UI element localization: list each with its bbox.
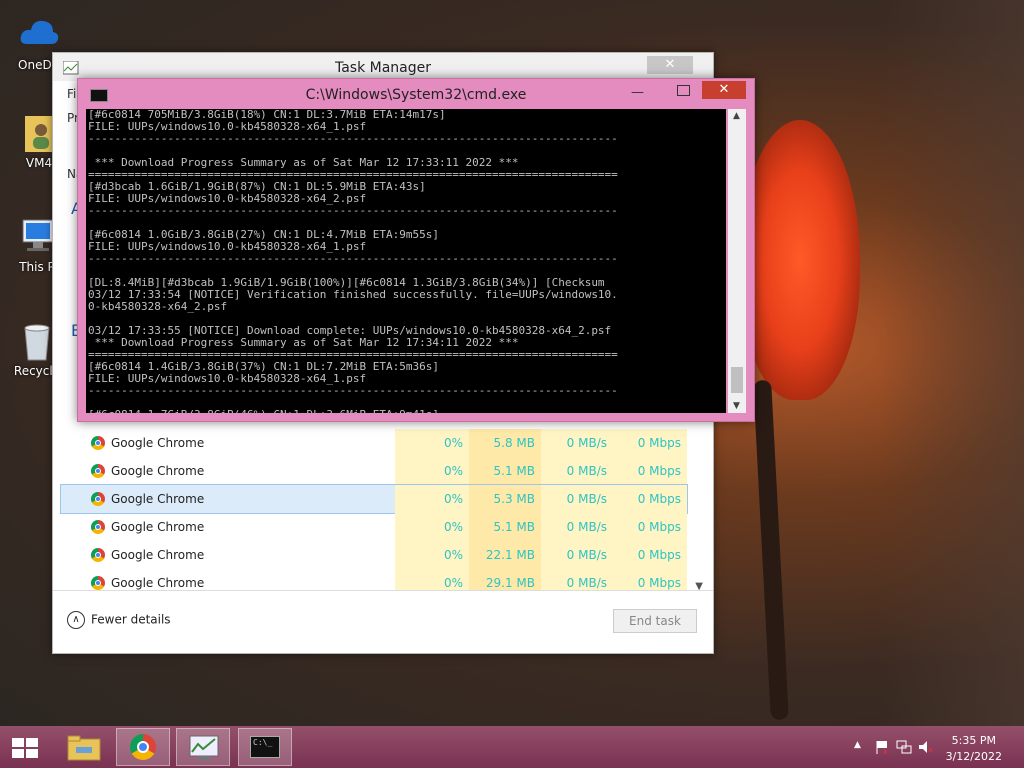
scroll-up-arrow[interactable]: ▲	[733, 111, 740, 121]
table-row[interactable]: Google Chrome 0% 5.8 MB 0 MB/s 0 Mbps	[61, 429, 687, 457]
clock-time: 5:35 PM	[951, 734, 996, 747]
taskbar: C:\_ ▲ x x 5:35 PM 3/12/2022	[0, 726, 1024, 768]
taskbar-cmd[interactable]: C:\_	[238, 728, 292, 766]
task-manager-partial-column: Fi Pr Na A B	[53, 81, 83, 461]
task-manager-titlebar[interactable]: Task Manager ✕	[53, 53, 713, 81]
disk-cell: 0 MB/s	[541, 541, 613, 569]
action-center-flag-icon[interactable]: x	[874, 739, 890, 755]
svg-text:x: x	[928, 745, 933, 754]
process-name: Google Chrome	[111, 464, 205, 478]
taskbar-chrome[interactable]	[116, 728, 170, 766]
memory-cell: 22.1 MB	[469, 541, 541, 569]
network-cell: 0 Mbps	[613, 485, 687, 513]
taskbar-file-explorer[interactable]	[56, 728, 110, 766]
fewer-details-label: Fewer details	[91, 612, 171, 627]
end-task-button[interactable]: End task	[613, 609, 697, 633]
memory-cell: 5.1 MB	[469, 513, 541, 541]
memory-cell: 5.8 MB	[469, 429, 541, 457]
console-output[interactable]: [#6c0814 705MiB/3.8GiB(18%) CN:1 DL:3.7M…	[86, 109, 726, 413]
menu-file-partial[interactable]: Fi	[67, 87, 76, 101]
memory-cell: 5.1 MB	[469, 457, 541, 485]
chrome-icon	[91, 436, 105, 450]
task-manager-footer: ∧ Fewer details End task	[53, 590, 713, 653]
cpu-cell: 0%	[395, 513, 469, 541]
wallpaper-blur	[880, 0, 1024, 768]
console-text: [#6c0814 705MiB/3.8GiB(18%) CN:1 DL:3.7M…	[88, 109, 618, 413]
process-name: Google Chrome	[111, 492, 205, 506]
taskbar-task-manager[interactable]	[176, 728, 230, 766]
disk-cell: 0 MB/s	[541, 485, 613, 513]
chrome-icon	[91, 520, 105, 534]
cpu-cell: 0%	[395, 541, 469, 569]
network-icon[interactable]	[896, 739, 912, 755]
chevron-up-icon: ∧	[67, 611, 85, 629]
process-name: Google Chrome	[111, 548, 205, 562]
network-cell: 0 Mbps	[613, 429, 687, 457]
wallpaper-stem	[753, 379, 789, 721]
chrome-icon	[91, 576, 105, 590]
network-cell: 0 Mbps	[613, 457, 687, 485]
chrome-icon	[91, 492, 105, 506]
recycle-bin-icon	[17, 320, 57, 361]
fewer-details-button[interactable]: ∧ Fewer details	[67, 611, 171, 629]
clock-date: 3/12/2022	[945, 750, 1002, 763]
cmd-scrollbar[interactable]: ▲ ▼	[728, 109, 746, 413]
cmd-window-title: C:\Windows\System32\cmd.exe	[305, 87, 527, 103]
minimize-button[interactable]: —	[631, 85, 644, 100]
cpu-cell: 0%	[395, 457, 469, 485]
scroll-down-arrow[interactable]: ▼	[733, 401, 740, 411]
maximize-button[interactable]	[677, 85, 690, 96]
scroll-thumb[interactable]	[731, 367, 743, 393]
table-row-selected[interactable]: Google Chrome 0% 5.3 MB 0 MB/s 0 Mbps	[60, 484, 688, 514]
computer-icon	[17, 216, 57, 256]
chrome-icon	[130, 734, 156, 760]
close-button[interactable]: ✕	[647, 56, 693, 74]
console-icon: C:\_	[250, 736, 280, 758]
network-cell: 0 Mbps	[613, 541, 687, 569]
show-hidden-icons-button[interactable]: ▲	[854, 740, 861, 750]
desktop-icon-label: VM4	[25, 156, 53, 170]
window-title: Task Manager	[334, 60, 432, 76]
chrome-icon	[91, 548, 105, 562]
cmd-window[interactable]: C:\Windows\System32\cmd.exe — ✕ [#6c0814…	[77, 78, 755, 422]
folder-icon	[67, 735, 101, 761]
disk-cell: 0 MB/s	[541, 429, 613, 457]
disk-cell: 0 MB/s	[541, 457, 613, 485]
chrome-icon	[91, 464, 105, 478]
cmd-close-button[interactable]: ✕	[702, 81, 746, 99]
table-row[interactable]: Google Chrome 0% 22.1 MB 0 MB/s 0 Mbps	[61, 541, 687, 569]
table-row[interactable]: Google Chrome 0% 5.1 MB 0 MB/s 0 Mbps	[61, 513, 687, 541]
network-cell: 0 Mbps	[613, 513, 687, 541]
volume-muted-icon[interactable]: x	[918, 739, 934, 755]
memory-cell: 5.3 MB	[469, 485, 541, 513]
system-tray: ▲ x x 5:35 PM 3/12/2022	[844, 726, 1024, 768]
table-row[interactable]: Google Chrome 0% 5.1 MB 0 MB/s 0 Mbps	[61, 457, 687, 485]
disk-cell: 0 MB/s	[541, 513, 613, 541]
start-button[interactable]	[12, 738, 38, 758]
cloud-icon	[19, 14, 59, 54]
task-manager-icon	[189, 735, 219, 760]
cmd-titlebar[interactable]: C:\Windows\System32\cmd.exe — ✕	[78, 79, 754, 107]
process-name: Google Chrome	[111, 436, 205, 450]
wallpaper-tulip	[740, 120, 860, 400]
svg-text:x: x	[883, 747, 888, 755]
cpu-cell: 0%	[395, 485, 469, 513]
desktop-icon-label: This P	[19, 260, 55, 274]
cpu-cell: 0%	[395, 429, 469, 457]
process-name: Google Chrome	[111, 576, 205, 590]
clock[interactable]: 5:35 PM 3/12/2022	[946, 733, 1002, 765]
process-name: Google Chrome	[111, 520, 205, 534]
